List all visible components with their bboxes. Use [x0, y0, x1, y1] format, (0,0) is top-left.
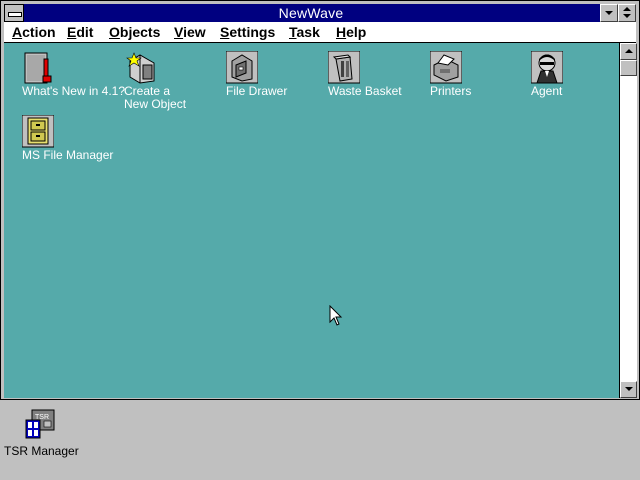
system-menu-button[interactable] — [4, 4, 24, 22]
scroll-thumb[interactable] — [620, 60, 637, 76]
icon-label-agent: Agent — [531, 84, 563, 98]
icon-label-whats-new: What's New in 4.1? — [22, 84, 126, 98]
restore-up-arrow-icon — [623, 7, 631, 11]
menu-action[interactable]: Action — [8, 22, 60, 42]
menu-settings[interactable]: Settings — [216, 22, 279, 42]
menu-task[interactable]: Task — [285, 22, 324, 42]
menu-bar: Action Edit Objects View Settings Task H… — [4, 22, 636, 43]
scroll-down-arrow-icon — [625, 387, 633, 391]
system-menu-icon — [8, 12, 22, 17]
window-title: NewWave — [278, 5, 344, 21]
newwave-window: NewWave Action Edit Objects View Setting… — [0, 0, 640, 400]
icon-label-ms-file-manager: MS File Manager — [22, 148, 114, 162]
icon-label-create-line2: New Object — [124, 97, 187, 111]
tsr-manager-label: TSR Manager — [4, 444, 79, 458]
newwave-office-workspace[interactable]: What's New in 4.1? Create a New Object F… — [4, 43, 619, 398]
create-object-icon[interactable] — [124, 51, 160, 85]
waste-basket-icon[interactable] — [328, 51, 364, 85]
scroll-up-button[interactable] — [620, 43, 637, 60]
mouse-cursor-icon — [329, 305, 343, 326]
document-icon[interactable] — [22, 51, 58, 85]
menu-edit[interactable]: Edit — [63, 22, 97, 42]
restore-down-arrow-icon — [623, 14, 631, 18]
vertical-scrollbar[interactable] — [619, 43, 637, 398]
icon-label-file-drawer: File Drawer — [226, 84, 288, 98]
icon-label-printers: Printers — [430, 84, 472, 98]
title-bar[interactable]: NewWave — [4, 4, 636, 22]
scroll-down-button[interactable] — [620, 381, 637, 398]
file-cabinet-icon[interactable] — [22, 115, 58, 149]
minimize-button[interactable] — [600, 4, 618, 22]
maximize-button[interactable] — [618, 4, 636, 22]
menu-help[interactable]: Help — [332, 22, 370, 42]
scroll-up-arrow-icon — [625, 49, 633, 53]
file-drawer-icon[interactable] — [226, 51, 262, 85]
menu-objects[interactable]: Objects — [105, 22, 164, 42]
tsr-manager-icon[interactable]: TSR — [24, 408, 56, 440]
icon-label-waste-basket: Waste Basket — [328, 84, 402, 98]
printers-icon[interactable] — [430, 51, 466, 85]
minimize-arrow-icon — [605, 11, 613, 15]
agent-icon[interactable] — [531, 51, 567, 85]
menu-view[interactable]: View — [170, 22, 210, 42]
